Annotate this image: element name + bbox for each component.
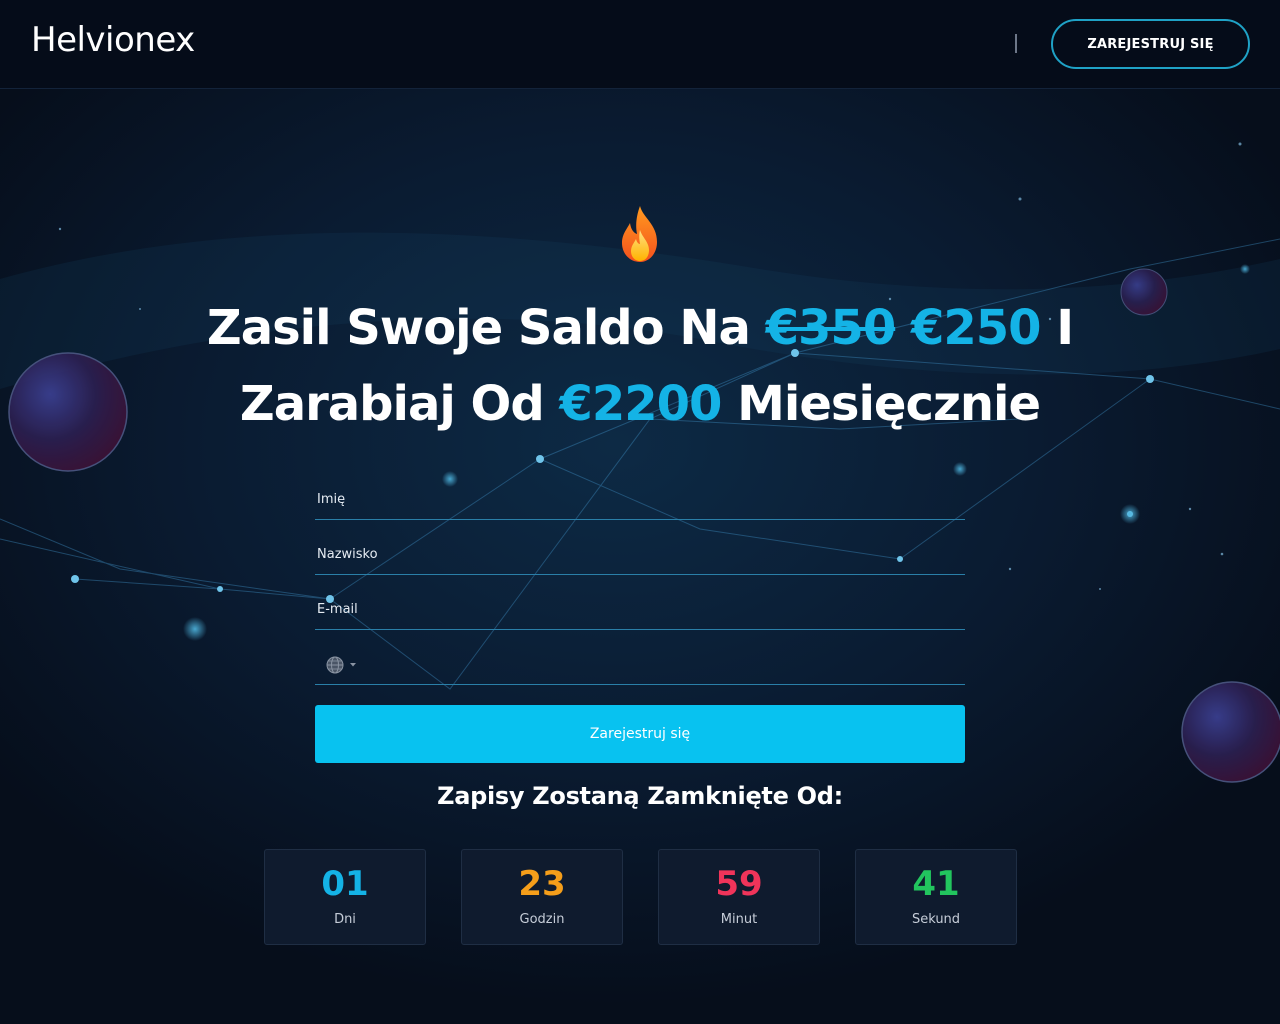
country-code-selector[interactable] xyxy=(325,655,357,675)
logo[interactable]: Helvionex xyxy=(31,20,195,60)
email-field xyxy=(315,590,965,630)
countdown-label: Sekund xyxy=(911,912,961,927)
hero-headline: Zasil Swoje Saldo Na €350 €250 I Zarabia… xyxy=(140,290,1140,442)
earnings-amount: €2200 xyxy=(559,376,722,432)
globe-icon xyxy=(326,656,344,674)
header-register-button[interactable]: ZAREJESTRUJ SIĘ xyxy=(1051,19,1250,69)
headline-part1: Zasil Swoje Saldo Na xyxy=(206,300,766,356)
email-input[interactable] xyxy=(315,590,965,629)
countdown-title: Zapisy Zostaną Zamknięte Od: xyxy=(437,782,843,810)
first-name-input[interactable] xyxy=(315,480,965,519)
first-name-field xyxy=(315,480,965,520)
last-name-input[interactable] xyxy=(315,535,965,574)
countdown-value: 01 xyxy=(321,864,369,904)
countdown-seconds: 41 Sekund xyxy=(855,849,1017,945)
countdown-minutes: 59 Minut xyxy=(658,849,820,945)
header-divider xyxy=(1015,34,1017,53)
phone-input[interactable] xyxy=(367,645,1017,684)
headline-part3: Zarabiaj Od xyxy=(239,376,560,432)
phone-field xyxy=(315,645,1017,685)
countdown-hours: 23 Godzin xyxy=(461,849,623,945)
countdown-value: 41 xyxy=(912,864,960,904)
old-price: €350 xyxy=(765,300,897,356)
countdown-value: 23 xyxy=(518,864,566,904)
countdown-label: Dni xyxy=(334,912,356,927)
new-price: €250 xyxy=(910,300,1042,356)
caret-down-icon xyxy=(350,663,356,667)
last-name-field xyxy=(315,535,965,575)
submit-register-button[interactable]: Zarejestruj się xyxy=(315,705,965,763)
site-header: Helvionex ZAREJESTRUJ SIĘ xyxy=(0,0,1280,89)
countdown-value: 59 xyxy=(715,864,763,904)
countdown-label: Godzin xyxy=(519,912,565,927)
landing-page: Helvionex ZAREJESTRUJ SIĘ Zasil Swoje Sa… xyxy=(0,0,1280,1024)
headline-part2: I xyxy=(1040,300,1074,356)
countdown-label: Minut xyxy=(720,912,758,927)
countdown-days: 01 Dni xyxy=(264,849,426,945)
headline-part4: Miesięcznie xyxy=(721,376,1041,432)
fire-icon xyxy=(622,206,657,262)
